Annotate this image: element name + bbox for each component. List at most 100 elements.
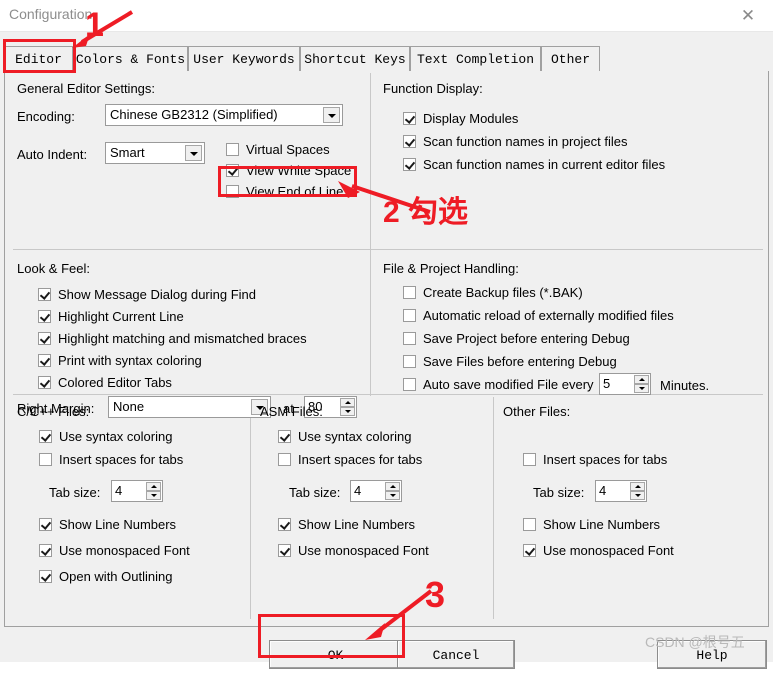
stepper-down-icon[interactable] — [146, 491, 161, 500]
checkbox-label: Use monospaced Font — [298, 543, 429, 558]
checkbox-box[interactable] — [403, 332, 416, 345]
tab-text-completion[interactable]: Text Completion — [410, 46, 541, 71]
asm-tab-size-label: Tab size: — [289, 485, 341, 500]
checkbox-box[interactable] — [403, 112, 416, 125]
checkbox-box[interactable] — [39, 544, 52, 557]
checkbox-box[interactable] — [38, 354, 51, 367]
checkbox-label: Scan function names in current editor fi… — [423, 157, 666, 172]
stepper-buttons[interactable] — [146, 482, 161, 500]
chevron-down-icon[interactable] — [185, 145, 202, 161]
checkbox-box[interactable] — [39, 453, 52, 466]
general-editor-settings-title: General Editor Settings: — [17, 81, 156, 96]
checkbox-label: Show Line Numbers — [543, 517, 661, 532]
editor-tab-panel: General Editor Settings: Encoding: Chine… — [4, 71, 769, 627]
asm-files-title: ASM Files: — [260, 404, 323, 419]
encoding-label: Encoding: — [17, 109, 75, 124]
checkbox-label: Create Backup files (*.BAK) — [423, 285, 583, 300]
checkbox-box[interactable] — [523, 544, 536, 557]
asm-tab-size-stepper[interactable]: 4 — [350, 480, 402, 502]
cpp-tab-size-stepper[interactable]: 4 — [111, 480, 163, 502]
checkbox-label: Automatic reload of externally modified … — [423, 308, 674, 323]
file-project-handling-title: File & Project Handling: — [383, 261, 519, 276]
checkbox-label: Open with Outlining — [59, 569, 173, 584]
checkbox-box[interactable] — [523, 518, 536, 531]
checkbox-label: Print with syntax coloring — [58, 353, 202, 368]
watermark: CSDN @根号五 — [645, 634, 745, 650]
checkbox-label: Use syntax coloring — [298, 429, 412, 444]
checkbox-box[interactable] — [226, 143, 239, 156]
checkbox-label: Virtual Spaces — [246, 142, 330, 157]
auto-indent-combobox[interactable]: Smart — [105, 142, 205, 164]
stepper-up-icon[interactable] — [385, 482, 400, 491]
right-margin-combobox[interactable]: None — [108, 396, 271, 418]
checkbox-label: Auto save modified File every — [423, 377, 594, 392]
auto-save-interval-stepper[interactable]: 5 — [599, 373, 651, 395]
asm-tab-size-value: 4 — [354, 483, 362, 498]
checkbox-box[interactable] — [38, 310, 51, 323]
stepper-down-icon[interactable] — [634, 384, 649, 393]
stepper-up-icon[interactable] — [634, 375, 649, 384]
checkbox-box[interactable] — [38, 332, 51, 345]
checkbox-label: Display Modules — [423, 111, 519, 126]
auto-indent-label: Auto Indent: — [17, 147, 88, 162]
checkbox-box[interactable] — [278, 544, 291, 557]
other-tab-size-value: 4 — [599, 483, 607, 498]
cpp-tab-size-label: Tab size: — [49, 485, 101, 500]
annotation-number-3: 3 — [425, 574, 446, 615]
stepper-buttons[interactable] — [385, 482, 400, 500]
checkbox-label: Use monospaced Font — [59, 543, 190, 558]
checkbox-box[interactable] — [403, 158, 416, 171]
checkbox-box[interactable] — [38, 288, 51, 301]
stepper-up-icon[interactable] — [630, 482, 645, 491]
checkbox-label: Use monospaced Font — [543, 543, 674, 558]
checkbox-label: Use syntax coloring — [59, 429, 173, 444]
annotation-number-2: 2 — [383, 196, 400, 229]
checkbox-label: Show Line Numbers — [59, 517, 177, 532]
checkbox-label: Show Line Numbers — [298, 517, 416, 532]
divider-vertical-top — [370, 73, 371, 396]
tab-colors-and-fonts[interactable]: Colors & Fonts — [73, 46, 188, 71]
checkbox-box[interactable] — [403, 135, 416, 148]
checkbox-label: Highlight matching and mismatched braces — [58, 331, 307, 346]
checkbox-box[interactable] — [39, 570, 52, 583]
checkbox-box[interactable] — [278, 430, 291, 443]
tab-shortcut-keys[interactable]: Shortcut Keys — [300, 46, 410, 71]
right-margin-value: None — [113, 399, 145, 414]
checkbox-box[interactable] — [38, 376, 51, 389]
checkbox-label: Insert spaces for tabs — [59, 452, 184, 467]
stepper-buttons[interactable] — [634, 375, 649, 393]
stepper-buttons[interactable] — [340, 398, 355, 416]
tab-user-keywords[interactable]: User Keywords — [188, 46, 300, 71]
stepper-down-icon[interactable] — [385, 491, 400, 500]
annotation-arrow-1 — [72, 10, 134, 48]
tab-other[interactable]: Other — [541, 46, 600, 71]
cancel-button[interactable]: Cancel — [397, 640, 515, 669]
stepper-buttons[interactable] — [630, 482, 645, 500]
checkbox-box[interactable] — [403, 378, 416, 391]
stepper-up-icon[interactable] — [340, 398, 355, 407]
stepper-down-icon[interactable] — [630, 491, 645, 500]
checkbox-box[interactable] — [403, 355, 416, 368]
checkbox-box[interactable] — [403, 309, 416, 322]
checkbox-label: Highlight Current Line — [58, 309, 184, 324]
checkbox-label: Save Files before entering Debug — [423, 354, 617, 369]
checkbox-box[interactable] — [278, 518, 291, 531]
divider-vertical-bottom-1 — [250, 397, 251, 619]
auto-save-interval-value: 5 — [603, 376, 611, 391]
other-tab-size-stepper[interactable]: 4 — [595, 480, 647, 502]
chevron-down-icon[interactable] — [323, 107, 340, 123]
checkbox-box[interactable] — [278, 453, 291, 466]
tab-strip: Editor Colors & Fonts User Keywords Shor… — [4, 46, 769, 72]
close-icon[interactable]: ✕ — [731, 4, 765, 28]
checkbox-box[interactable] — [39, 430, 52, 443]
other-files-title: Other Files: — [503, 404, 571, 419]
stepper-down-icon[interactable] — [340, 407, 355, 416]
encoding-combobox[interactable]: Chinese GB2312 (Simplified) — [105, 104, 343, 126]
checkbox-box[interactable] — [403, 286, 416, 299]
checkbox-box[interactable] — [39, 518, 52, 531]
other-tab-size-label: Tab size: — [533, 485, 585, 500]
checkbox-box[interactable] — [523, 453, 536, 466]
auto-indent-value: Smart — [110, 145, 145, 160]
checkbox-label: Show Message Dialog during Find — [58, 287, 256, 302]
stepper-up-icon[interactable] — [146, 482, 161, 491]
